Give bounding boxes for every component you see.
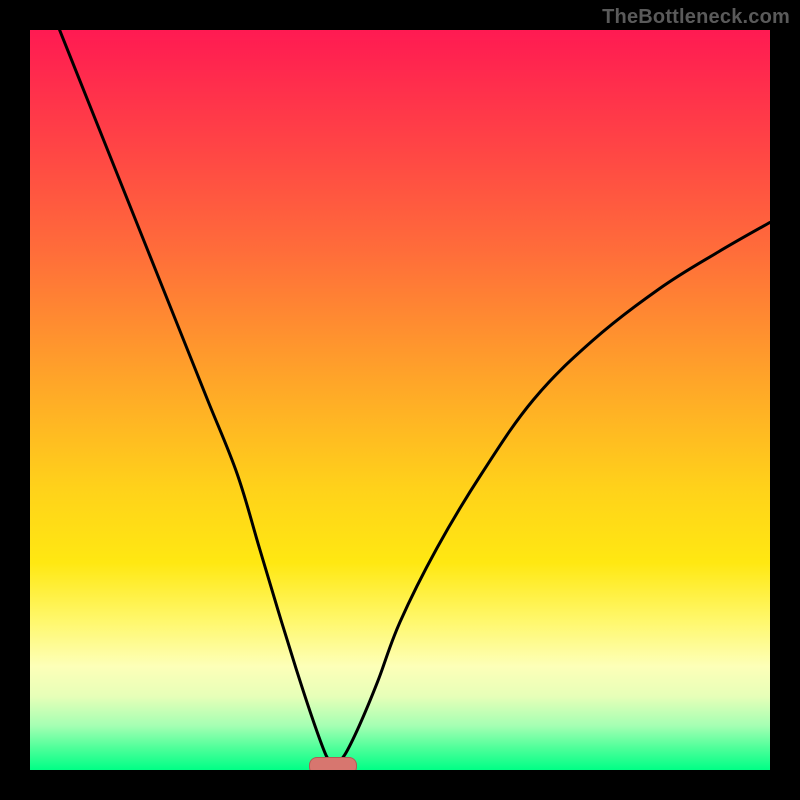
- watermark-text: TheBottleneck.com: [602, 6, 790, 29]
- bottleneck-curve-right: [333, 222, 770, 766]
- plot-area: [30, 30, 770, 770]
- outer-frame: TheBottleneck.com: [0, 0, 800, 800]
- curve-layer: [30, 30, 770, 770]
- thumb-marker[interactable]: [309, 757, 357, 770]
- bottleneck-curve-left: [60, 30, 334, 766]
